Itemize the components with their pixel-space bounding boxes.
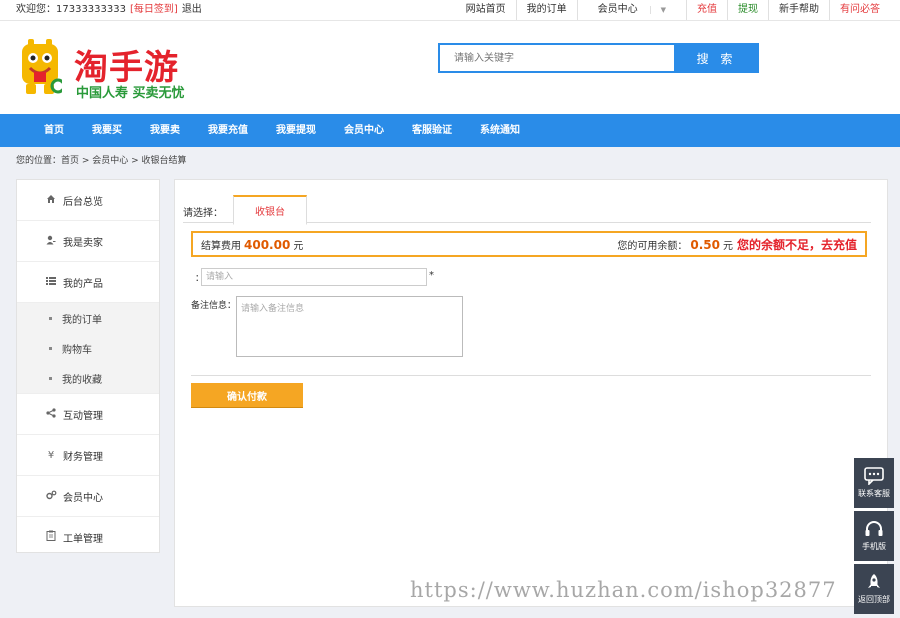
nav-withdraw[interactable]: 我要提现 <box>262 114 330 147</box>
bullet-icon <box>49 346 52 350</box>
confirm-payment-button[interactable]: 确认付款 <box>191 383 303 408</box>
nav-sell[interactable]: 我要卖 <box>136 114 194 147</box>
mascot-logo-icon <box>22 39 62 94</box>
sidebar-item-label: 财务管理 <box>63 451 103 463</box>
gears-icon <box>45 490 57 503</box>
rocket-icon <box>868 574 880 588</box>
sidebar-item-seller[interactable]: 我是卖家 <box>17 221 159 262</box>
welcome-text: 欢迎您： <box>16 4 56 15</box>
user-icon <box>45 235 57 248</box>
float-label: 手机版 <box>862 542 886 551</box>
bullet-icon <box>49 376 52 380</box>
sidebar-item-label: 工单管理 <box>63 533 103 545</box>
float-label: 联系客服 <box>858 489 890 498</box>
top-bar: 欢迎您：17333333333 [每日签到] 退出 网站首页 我的订单 会员中心 ▼ … <box>0 0 900 21</box>
sidebar-subitem-cart[interactable]: 购物车 <box>17 333 159 363</box>
remark-textarea[interactable]: 请输入备注信息 <box>236 296 463 357</box>
sidebar-item-label: 互动管理 <box>63 410 103 422</box>
top-link-recharge[interactable]: 充值 <box>686 0 727 20</box>
top-link-member[interactable]: 会员中心 ▼ <box>576 0 686 20</box>
header: 淘手游 中国人寿 买卖无忧 搜 索 <box>0 21 900 114</box>
sidebar-item-overview[interactable]: 后台总览 <box>17 180 159 221</box>
required-mark: * <box>429 270 434 281</box>
contact-service-button[interactable]: 联系客服 <box>854 458 894 508</box>
nav-member-center[interactable]: 会员中心 <box>330 114 398 147</box>
float-label: 返回顶部 <box>858 595 890 604</box>
top-link-home[interactable]: 网站首页 <box>456 0 516 20</box>
select-label: 请选择： <box>183 208 223 219</box>
sidebar-item-finance[interactable]: ¥ 财务管理 <box>17 435 159 476</box>
search-button[interactable]: 搜 索 <box>674 43 759 73</box>
top-link-help[interactable]: 新手帮助 <box>768 0 829 20</box>
bullet-icon <box>49 316 52 320</box>
sidebar-subitem-favorites[interactable]: 我的收藏 <box>17 363 159 394</box>
fee-amount: 400.00 <box>244 237 291 252</box>
fee-label: 结算费用 <box>201 240 241 252</box>
sidebar-item-member-center[interactable]: 会员中心 <box>17 476 159 517</box>
balance-info: 您的可用余额： 0.50 元您的余额不足，去充值 <box>617 236 857 253</box>
sidebar-item-label: 我的产品 <box>63 278 103 290</box>
chevron-down-icon: ▼ <box>649 6 676 14</box>
top-link-withdraw[interactable]: 提现 <box>727 0 768 20</box>
sidebar-item-products[interactable]: 我的产品 <box>17 262 159 303</box>
site-logo[interactable]: 淘手游 中国人寿 买卖无忧 <box>18 36 208 106</box>
watermark-text: https://www.huzhan.com/ishop32877 <box>410 578 837 602</box>
sidebar-item-label: 后台总览 <box>63 196 103 208</box>
share-icon <box>45 407 57 421</box>
mobile-version-button[interactable]: 手机版 <box>854 511 894 561</box>
logout-link[interactable]: 退出 <box>182 4 202 15</box>
main-nav: 首页 我要买 我要卖 我要充值 我要提现 会员中心 客服验证 系统通知 <box>0 114 900 147</box>
daily-signin-link[interactable]: [每日签到] <box>130 4 178 15</box>
fee-unit: 元 <box>293 240 304 252</box>
nav-buy[interactable]: 我要买 <box>78 114 136 147</box>
yen-icon: ¥ <box>47 449 55 461</box>
sidebar-subitem-label: 我的收藏 <box>62 374 102 386</box>
sidebar: 后台总览 我是卖家 我的产品 我的订单 购物车 我的收藏 互动管理 ¥ 财务管理 … <box>16 179 160 553</box>
balance-label: 您的可用余额： <box>617 240 688 252</box>
sidebar-subitem-orders[interactable]: 我的订单 <box>17 303 159 333</box>
top-link-member-label: 会员中心 <box>597 4 638 15</box>
fee-info: 结算费用 400.00 元 <box>201 237 303 252</box>
nav-home[interactable]: 首页 <box>30 114 78 147</box>
floating-toolbar: 联系客服 手机版 返回顶部 <box>854 458 894 617</box>
divider <box>191 375 871 376</box>
home-icon <box>45 194 57 207</box>
checkout-panel: 请选择： 收银台 结算费用 400.00 元 您的可用余额： 0.50 元您的余额不足，… <box>174 179 888 607</box>
nav-service-verify[interactable]: 客服验证 <box>398 114 466 147</box>
clipboard-icon <box>45 530 57 544</box>
user-phone[interactable]: 17333333333 <box>56 4 126 15</box>
top-link-qa[interactable]: 有问必答 <box>829 0 890 20</box>
search-input[interactable] <box>438 43 684 73</box>
tab-cashier[interactable]: 收银台 <box>233 195 307 225</box>
sidebar-item-label: 会员中心 <box>63 492 103 504</box>
payment-input[interactable]: 请输入 <box>201 268 427 286</box>
sidebar-subitem-label: 我的订单 <box>62 314 102 326</box>
tab-bar: 请选择： 收银台 <box>183 194 871 225</box>
breadcrumb: 您的位置：首页 > 会员中心 > 收银台结算 <box>16 156 187 166</box>
remark-label: 备注信息： <box>191 301 237 311</box>
headset-icon <box>865 521 883 536</box>
list-icon <box>45 276 57 289</box>
sidebar-subitem-label: 购物车 <box>62 344 92 356</box>
top-links: 网站首页 我的订单 会员中心 ▼ 充值 提现 新手帮助 有问必答 <box>456 0 890 20</box>
sidebar-item-tickets[interactable]: 工单管理 <box>17 517 159 557</box>
back-to-top-button[interactable]: 返回顶部 <box>854 564 894 614</box>
top-link-orders[interactable]: 我的订单 <box>515 0 577 20</box>
sidebar-item-label: 我是卖家 <box>63 237 103 249</box>
nav-system-notice[interactable]: 系统通知 <box>466 114 534 147</box>
welcome-area: 欢迎您：17333333333 [每日签到] 退出 <box>16 0 202 20</box>
recharge-link[interactable]: 您的余额不足，去充值 <box>737 238 857 252</box>
logo-slogan: 中国人寿 买卖无忧 <box>76 86 185 101</box>
nav-recharge[interactable]: 我要充值 <box>194 114 262 147</box>
balance-amount: 0.50 <box>690 237 720 252</box>
sidebar-item-interaction[interactable]: 互动管理 <box>17 394 159 435</box>
balance-unit: 元 <box>722 240 733 252</box>
payment-summary: 结算费用 400.00 元 您的可用余额： 0.50 元您的余额不足，去充值 <box>191 231 867 257</box>
chat-icon <box>864 467 884 485</box>
